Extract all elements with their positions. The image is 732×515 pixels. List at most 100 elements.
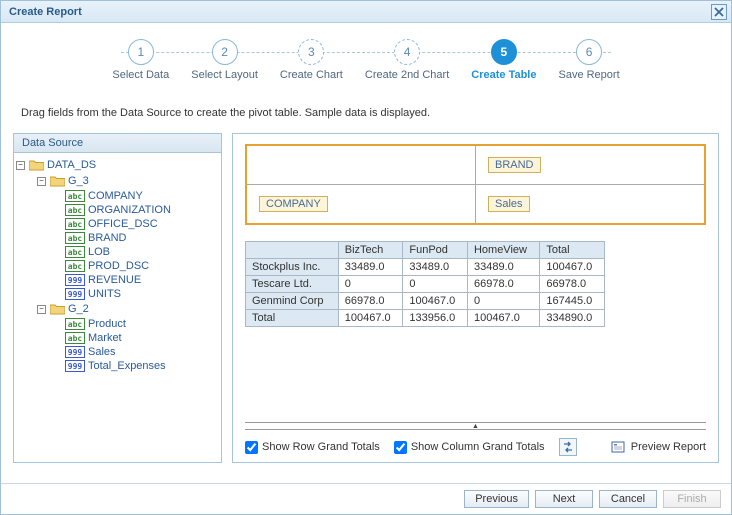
instruction-text: Drag fields from the Data Source to crea…	[1, 93, 731, 129]
tree-field-label: LOB	[88, 246, 110, 258]
pivot-cell: 66978.0	[338, 293, 403, 310]
folder-icon	[49, 302, 65, 316]
previous-button[interactable]: Previous	[464, 490, 529, 508]
number-type-icon: 999	[65, 288, 85, 300]
titlebar: Create Report	[1, 1, 731, 23]
text-type-icon: abc	[65, 232, 85, 244]
preview-label: Preview Report	[631, 441, 706, 453]
step-select-layout[interactable]: 2 Select Layout	[191, 39, 258, 81]
data-source-panel: Data Source − DATA_DS − G_3 abc COMPANYa…	[13, 133, 222, 463]
tree-field[interactable]: abc BRAND	[16, 231, 219, 245]
step-save-report[interactable]: 6 Save Report	[558, 39, 619, 81]
field-chip-brand[interactable]: BRAND	[488, 157, 541, 173]
main-area: Data Source − DATA_DS − G_3 abc COMPANYa…	[1, 129, 731, 471]
tree-field[interactable]: 999 Sales	[16, 345, 219, 359]
pivot-cell: 167445.0	[540, 293, 605, 310]
tree-field[interactable]: 999 UNITS	[16, 287, 219, 301]
tree-node-g3[interactable]: − G_3	[16, 173, 219, 189]
pivot-cell: 33489.0	[467, 259, 539, 276]
pivot-preview-table: BizTechFunPodHomeViewTotal Stockplus Inc…	[245, 241, 605, 327]
dialog-title: Create Report	[9, 6, 82, 18]
pivot-col-header: Total	[540, 242, 605, 259]
tree-field-label: UNITS	[88, 288, 121, 300]
tree-field-label: COMPANY	[88, 190, 143, 202]
design-panel: BRAND COMPANY Sales BizTechFunPodHomeVie…	[232, 133, 719, 463]
pivot-drop-grid: BRAND COMPANY Sales	[245, 144, 706, 225]
step-label: Save Report	[558, 69, 619, 81]
step-create-chart[interactable]: 3 Create Chart	[280, 39, 343, 81]
show-row-grand-totals-checkbox[interactable]: Show Row Grand Totals	[245, 441, 380, 454]
tree-label: G_3	[68, 175, 89, 187]
drop-zone-columns[interactable]: BRAND	[475, 146, 704, 184]
drop-zone-empty[interactable]	[247, 146, 475, 184]
tree-field[interactable]: abc OFFICE_DSC	[16, 217, 219, 231]
pivot-cell: 133956.0	[403, 310, 468, 327]
tree-field[interactable]: abc Product	[16, 317, 219, 331]
folder-icon	[49, 174, 65, 188]
cancel-button[interactable]: Cancel	[599, 490, 657, 508]
show-column-grand-totals-checkbox[interactable]: Show Column Grand Totals	[394, 441, 545, 454]
create-report-dialog: Create Report 1 Select Data 2 Select Lay…	[0, 0, 732, 515]
tree-field-label: PROD_DSC	[88, 260, 149, 272]
text-type-icon: abc	[65, 190, 85, 202]
step-create-table[interactable]: 5 Create Table	[471, 39, 536, 81]
tree-field-label: Sales	[88, 346, 116, 358]
drop-zone-rows[interactable]: COMPANY	[247, 185, 475, 223]
tree-toggle[interactable]: −	[16, 161, 25, 170]
tree-field[interactable]: abc PROD_DSC	[16, 259, 219, 273]
step-label: Create Chart	[280, 69, 343, 81]
tree-field[interactable]: 999 Total_Expenses	[16, 359, 219, 373]
number-type-icon: 999	[65, 346, 85, 358]
step-select-data[interactable]: 1 Select Data	[112, 39, 169, 81]
step-number: 5	[491, 39, 517, 65]
close-button[interactable]	[711, 4, 727, 20]
pivot-cell: 100467.0	[338, 310, 403, 327]
field-chip-sales[interactable]: Sales	[488, 196, 530, 212]
pivot-cell: 33489.0	[338, 259, 403, 276]
text-type-icon: abc	[65, 218, 85, 230]
tree-field[interactable]: 999 REVENUE	[16, 273, 219, 287]
step-label: Select Layout	[191, 69, 258, 81]
pivot-row-header: Stockplus Inc.	[246, 259, 339, 276]
tree-field[interactable]: abc LOB	[16, 245, 219, 259]
pivot-cell: 66978.0	[467, 276, 539, 293]
pivot-cell: 0	[403, 276, 468, 293]
tree-field-label: Market	[88, 332, 122, 344]
step-number: 4	[394, 39, 420, 65]
data-source-tree: − DATA_DS − G_3 abc COMPANYabc ORGANIZAT…	[14, 153, 221, 462]
text-type-icon: abc	[65, 332, 85, 344]
tree-toggle[interactable]: −	[37, 305, 46, 314]
text-type-icon: abc	[65, 260, 85, 272]
pivot-row-header: Tescare Ltd.	[246, 276, 339, 293]
step-number: 2	[212, 39, 238, 65]
tree-field[interactable]: abc COMPANY	[16, 189, 219, 203]
tree-toggle[interactable]: −	[37, 177, 46, 186]
checkbox-input[interactable]	[245, 441, 258, 454]
drop-zone-data[interactable]: Sales	[475, 185, 704, 223]
tree-field-label: BRAND	[88, 232, 127, 244]
field-chip-company[interactable]: COMPANY	[259, 196, 328, 212]
tree-node-root[interactable]: − DATA_DS	[16, 157, 219, 173]
pivot-cell: 0	[338, 276, 403, 293]
expand-handle[interactable]	[245, 422, 706, 430]
swap-axes-button[interactable]	[559, 438, 577, 456]
close-icon	[714, 7, 724, 17]
checkbox-input[interactable]	[394, 441, 407, 454]
tree-node-g2[interactable]: − G_2	[16, 301, 219, 317]
step-number: 6	[576, 39, 602, 65]
step-label: Select Data	[112, 69, 169, 81]
tree-field[interactable]: abc ORGANIZATION	[16, 203, 219, 217]
step-create-2nd-chart[interactable]: 4 Create 2nd Chart	[365, 39, 449, 81]
swap-icon	[562, 441, 574, 453]
tree-field-label: Product	[88, 318, 126, 330]
next-button[interactable]: Next	[535, 490, 593, 508]
tree-field-label: Total_Expenses	[88, 360, 166, 372]
pivot-cell: 33489.0	[403, 259, 468, 276]
pivot-row: Stockplus Inc.33489.033489.033489.010046…	[246, 259, 605, 276]
tree-field[interactable]: abc Market	[16, 331, 219, 345]
step-number: 1	[128, 39, 154, 65]
preview-report-button[interactable]: Preview Report	[609, 438, 706, 456]
data-source-header: Data Source	[14, 134, 221, 153]
pivot-cell: 334890.0	[540, 310, 605, 327]
tree-label: G_2	[68, 303, 89, 315]
